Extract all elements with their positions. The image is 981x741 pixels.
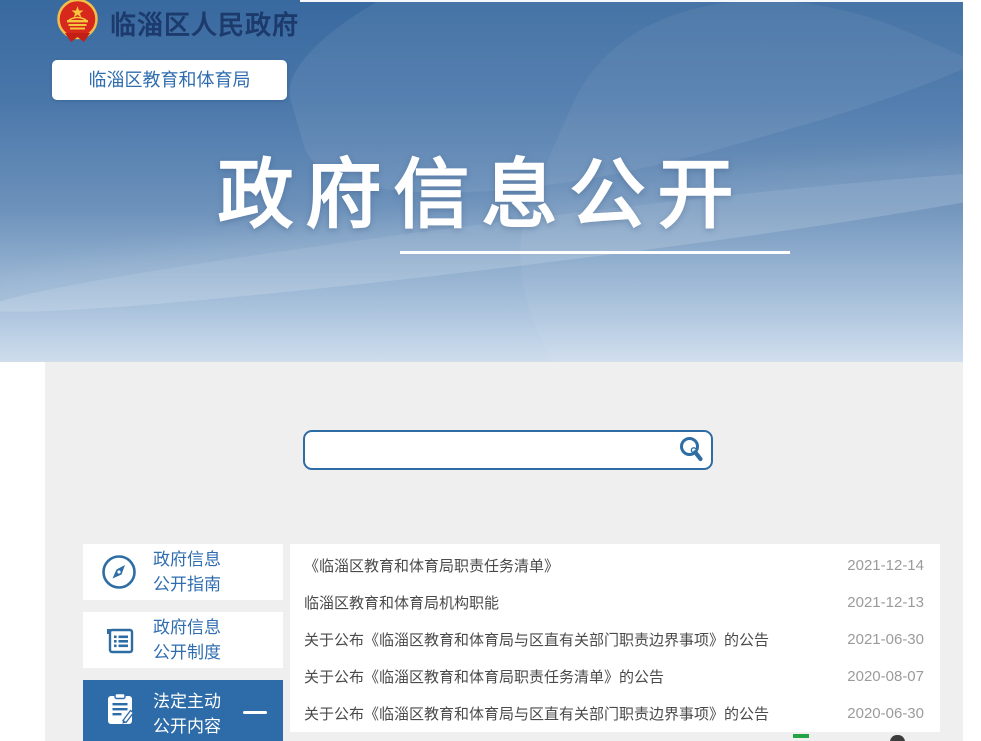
article-title[interactable]: 关于公布《临淄区教育和体育局职责任务清单》的公告 <box>304 666 664 687</box>
article-title[interactable]: 《临淄区教育和体育局职责任务清单》 <box>304 555 559 576</box>
article-row[interactable]: 临淄区教育和体育局机构职能 2021-12-13 <box>290 584 940 621</box>
search-bar <box>303 430 713 470</box>
sidebar-item-label: 政府信息 公开指南 <box>153 547 221 597</box>
article-row[interactable]: 关于公布《临淄区教育和体育局职责任务清单》的公告 2020-08-07 <box>290 658 940 695</box>
sidebar-item-label: 政府信息 公开制度 <box>153 615 221 665</box>
search-button[interactable] <box>671 432 711 468</box>
sidebar: 政府信息 公开指南 政府信息 公开制度 <box>83 544 283 741</box>
article-row[interactable]: 《临淄区教育和体育局职责任务清单》 2021-12-14 <box>290 547 940 584</box>
article-date: 2021-12-13 <box>847 594 924 611</box>
sidebar-item-label: 法定主动 公开内容 <box>153 689 221 739</box>
sidebar-item-legal-disclosure[interactable]: 法定主动 公开内容 <box>83 680 283 741</box>
site-header: 临淄区人民政府 <box>55 0 299 43</box>
compass-icon <box>99 552 139 592</box>
cutoff-footer-icon-dark <box>890 735 905 741</box>
document-lines-icon <box>99 620 139 660</box>
article-date: 2021-06-30 <box>847 631 924 648</box>
article-title[interactable]: 关于公布《临淄区教育和体育局与区直有关部门职责边界事项》的公告 <box>304 703 769 724</box>
article-date: 2020-08-07 <box>847 668 924 685</box>
search-input[interactable] <box>305 432 671 468</box>
article-row[interactable]: 关于公布《临淄区教育和体育局与区直有关部门职责边界事项》的公告 2020-06-… <box>290 695 940 732</box>
article-title[interactable]: 关于公布《临淄区教育和体育局与区直有关部门职责边界事项》的公告 <box>304 629 769 650</box>
content-panel: 政府信息 公开指南 政府信息 公开制度 <box>45 362 963 741</box>
article-list: 《临淄区教育和体育局职责任务清单》 2021-12-14 临淄区教育和体育局机构… <box>290 544 940 732</box>
sidebar-item-guide[interactable]: 政府信息 公开指南 <box>83 544 283 600</box>
article-row[interactable]: 关于公布《临淄区教育和体育局与区直有关部门职责边界事项》的公告 2021-06-… <box>290 621 940 658</box>
national-emblem-icon <box>55 0 100 43</box>
article-title[interactable]: 临淄区教育和体育局机构职能 <box>304 592 499 613</box>
department-button[interactable]: 临淄区教育和体育局 <box>52 60 287 100</box>
cutoff-footer-icon-green <box>793 734 809 738</box>
magnifier-icon <box>678 436 704 465</box>
banner: 临淄区人民政府 临淄区教育和体育局 政府信息公开 <box>0 0 963 362</box>
page-title: 政府信息公开 <box>0 150 963 241</box>
site-title: 临淄区人民政府 <box>110 5 299 42</box>
title-underline <box>400 251 790 254</box>
sidebar-item-system[interactable]: 政府信息 公开制度 <box>83 612 283 668</box>
article-date: 2021-12-14 <box>847 557 924 574</box>
clipboard-pencil-icon <box>99 689 139 729</box>
article-date: 2020-06-30 <box>847 705 924 722</box>
collapse-minus-icon[interactable] <box>243 711 267 714</box>
banner-top-edge <box>300 0 963 2</box>
